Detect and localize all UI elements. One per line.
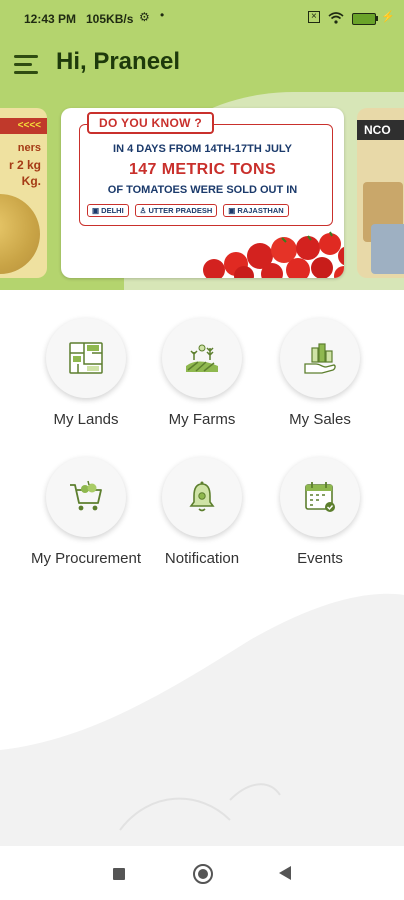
tile-circle[interactable] xyxy=(46,457,126,537)
banner-badge: DO YOU KNOW ? xyxy=(87,112,215,134)
banner-line1: IN 4 DAYS FROM 14TH-17TH JULY xyxy=(113,143,292,155)
status-time: 12:43 PM xyxy=(24,12,77,26)
tile-circle[interactable] xyxy=(280,457,360,537)
banner-right-image xyxy=(371,224,404,274)
banner-left-line2: r 2 kg xyxy=(8,158,41,172)
menu-icon[interactable] xyxy=(14,55,38,77)
tile-label: My Procurement xyxy=(30,550,142,567)
tile-circle[interactable] xyxy=(46,318,126,398)
tile-label: Events xyxy=(297,550,343,567)
background-wave xyxy=(0,593,404,850)
tomatoes-image xyxy=(203,231,344,278)
land-map-icon xyxy=(69,342,103,374)
tile-label: Notification xyxy=(164,550,240,567)
banner-carousel[interactable]: <<<< ners r 2 kg Kg. DO YOU KNOW ? IN 4 … xyxy=(0,108,404,280)
banner-left-line1: ners xyxy=(17,142,41,154)
tile-label: My Farms xyxy=(168,411,236,428)
tile-circle[interactable] xyxy=(162,457,242,537)
tile-events[interactable]: Events xyxy=(260,457,380,567)
banner-left-line3: Kg. xyxy=(21,174,41,188)
status-bar: 12:43 PM 105KB/s ⚙ • × ⚡ xyxy=(0,0,404,38)
banner-state-list: ▣ DELHI ♙ UTTER PRADESH ▣ RAJASTHAN xyxy=(87,204,289,217)
banner-card-main[interactable]: DO YOU KNOW ? IN 4 DAYS FROM 14TH-17TH J… xyxy=(61,108,344,278)
banner-right-tag: NCO xyxy=(357,120,404,140)
banner-left-ribbon: <<<< xyxy=(0,118,47,134)
banner-card-left[interactable]: <<<< ners r 2 kg Kg. xyxy=(0,108,47,278)
tile-circle[interactable] xyxy=(162,318,242,398)
tile-label: My Lands xyxy=(53,411,119,428)
tile-label: My Sales xyxy=(289,411,351,428)
state-pill: ♙ UTTER PRADESH xyxy=(134,204,218,217)
calendar-icon xyxy=(305,482,335,512)
sales-hand-icon xyxy=(304,343,336,374)
tile-my-farms[interactable]: My Farms xyxy=(142,318,262,428)
charging-icon: ⚡ xyxy=(381,11,395,23)
back-button[interactable] xyxy=(279,866,291,880)
dot-icon: • xyxy=(160,8,165,22)
battery-icon xyxy=(352,13,376,25)
bell-icon xyxy=(189,481,215,512)
status-network-speed: 105KB/s xyxy=(86,12,134,26)
state-pill: ▣ RAJASTHAN xyxy=(223,204,289,217)
tile-my-procurement[interactable]: My Procurement xyxy=(26,457,146,567)
recents-button[interactable] xyxy=(113,868,125,880)
farm-field-icon xyxy=(186,344,218,372)
sim-icon: × xyxy=(308,11,320,23)
app-header: 12:43 PM 105KB/s ⚙ • × ⚡ Hi, Praneel <<<… xyxy=(0,0,404,290)
home-button[interactable] xyxy=(193,864,213,884)
greeting-title: Hi, Praneel xyxy=(56,48,181,75)
banner-headline: 147 METRIC TONS xyxy=(128,161,277,178)
alarm-icon: ⚙ xyxy=(139,10,150,24)
tile-my-sales[interactable]: My Sales xyxy=(260,318,380,428)
banner-card-right[interactable]: NCO xyxy=(357,108,404,278)
tile-notification[interactable]: Notification xyxy=(142,457,262,567)
grain-bowl-image xyxy=(0,194,40,274)
banner-line3: OF TOMATOES WERE SOLD OUT IN xyxy=(107,184,298,196)
wifi-icon xyxy=(328,12,344,24)
state-pill: ▣ DELHI xyxy=(87,204,129,217)
tile-my-lands[interactable]: My Lands xyxy=(26,318,146,428)
battery-tip xyxy=(376,16,378,21)
procurement-cart-icon xyxy=(70,480,102,511)
tile-circle[interactable] xyxy=(280,318,360,398)
